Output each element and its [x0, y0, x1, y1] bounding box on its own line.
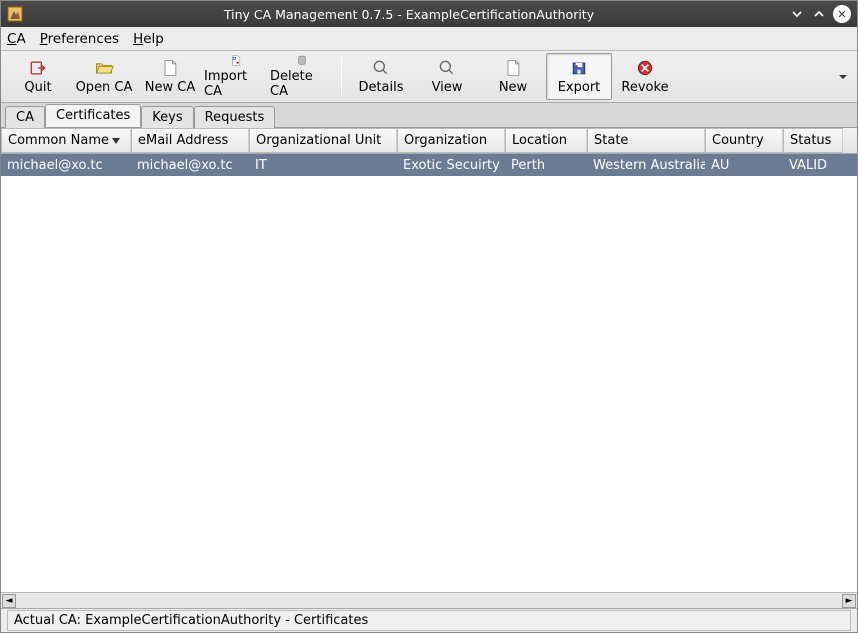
export-label: Export	[558, 80, 601, 95]
cell-state: Western Australia	[587, 156, 705, 175]
new-label: New	[499, 80, 527, 95]
revoke-button[interactable]: Revoke	[612, 53, 678, 100]
view-label: View	[432, 80, 463, 95]
tabbar: CA Certificates Keys Requests	[1, 103, 857, 127]
status-text: Actual CA: ExampleCertificationAuthority…	[7, 610, 851, 631]
col-email[interactable]: eMail Address	[131, 128, 249, 153]
delete-ca-label: Delete CA	[270, 69, 334, 99]
toolbar-separator	[341, 57, 342, 96]
toolbar: Quit Open CA New CA Import CA Delete CA …	[1, 51, 857, 103]
cell-country: AU	[705, 156, 783, 175]
menu-help[interactable]: Help	[133, 31, 164, 47]
sort-desc-icon	[112, 138, 120, 144]
scroll-left-icon[interactable]: ◄	[2, 594, 16, 608]
tab-certificates[interactable]: Certificates	[45, 104, 141, 127]
col-state[interactable]: State	[587, 128, 705, 153]
tab-keys[interactable]: Keys	[141, 106, 193, 128]
col-status[interactable]: Status	[783, 128, 843, 153]
col-org[interactable]: Organization	[397, 128, 505, 153]
col-common-name-label: Common Name	[8, 133, 109, 148]
new-ca-button[interactable]: New CA	[137, 53, 203, 100]
cell-ou: IT	[249, 156, 397, 175]
details-label: Details	[358, 80, 403, 95]
new-button[interactable]: New	[480, 53, 546, 100]
horizontal-scrollbar[interactable]: ◄ ►	[1, 592, 857, 608]
app-icon	[7, 6, 23, 22]
import-ca-button[interactable]: Import CA	[203, 53, 269, 100]
col-country[interactable]: Country	[705, 128, 783, 153]
cell-location: Perth	[505, 156, 587, 175]
cell-status: VALID	[783, 156, 843, 175]
toolbar-overflow-button[interactable]	[833, 53, 853, 100]
maximize-button[interactable]	[811, 6, 827, 22]
export-button[interactable]: Export	[546, 53, 612, 100]
minimize-button[interactable]	[789, 6, 805, 22]
titlebar: Tiny CA Management 0.7.5 - ExampleCertif…	[1, 1, 857, 27]
cell-email: michael@xo.tc	[131, 156, 249, 175]
menu-ca[interactable]: CA	[7, 31, 26, 47]
view-button[interactable]: View	[414, 53, 480, 100]
statusbar: Actual CA: ExampleCertificationAuthority…	[1, 608, 857, 632]
menu-preferences[interactable]: Preferences	[40, 31, 119, 47]
details-button[interactable]: Details	[348, 53, 414, 100]
table-header: Common Name eMail Address Organizational…	[1, 128, 857, 154]
delete-ca-button[interactable]: Delete CA	[269, 53, 335, 100]
scroll-right-icon[interactable]: ►	[842, 594, 856, 608]
col-location[interactable]: Location	[505, 128, 587, 153]
certificate-table: Common Name eMail Address Organizational…	[1, 127, 857, 592]
import-ca-label: Import CA	[204, 69, 268, 99]
new-ca-label: New CA	[145, 80, 195, 95]
quit-button[interactable]: Quit	[5, 53, 71, 100]
open-ca-label: Open CA	[76, 80, 133, 95]
cell-common-name: michael@xo.tc	[1, 156, 131, 175]
col-ou[interactable]: Organizational Unit	[249, 128, 397, 153]
menubar: CA Preferences Help	[1, 27, 857, 51]
tab-requests[interactable]: Requests	[194, 106, 276, 128]
close-button[interactable]: ✕	[833, 5, 851, 23]
tab-ca[interactable]: CA	[5, 106, 45, 128]
col-common-name[interactable]: Common Name	[1, 128, 131, 153]
table-body: michael@xo.tc michael@xo.tc IT Exotic Se…	[1, 154, 857, 592]
open-ca-button[interactable]: Open CA	[71, 53, 137, 100]
table-row[interactable]: michael@xo.tc michael@xo.tc IT Exotic Se…	[1, 154, 857, 176]
window-title: Tiny CA Management 0.7.5 - ExampleCertif…	[29, 7, 789, 22]
cell-org: Exotic Secuirty	[397, 156, 505, 175]
quit-label: Quit	[24, 80, 51, 95]
revoke-label: Revoke	[621, 80, 668, 95]
